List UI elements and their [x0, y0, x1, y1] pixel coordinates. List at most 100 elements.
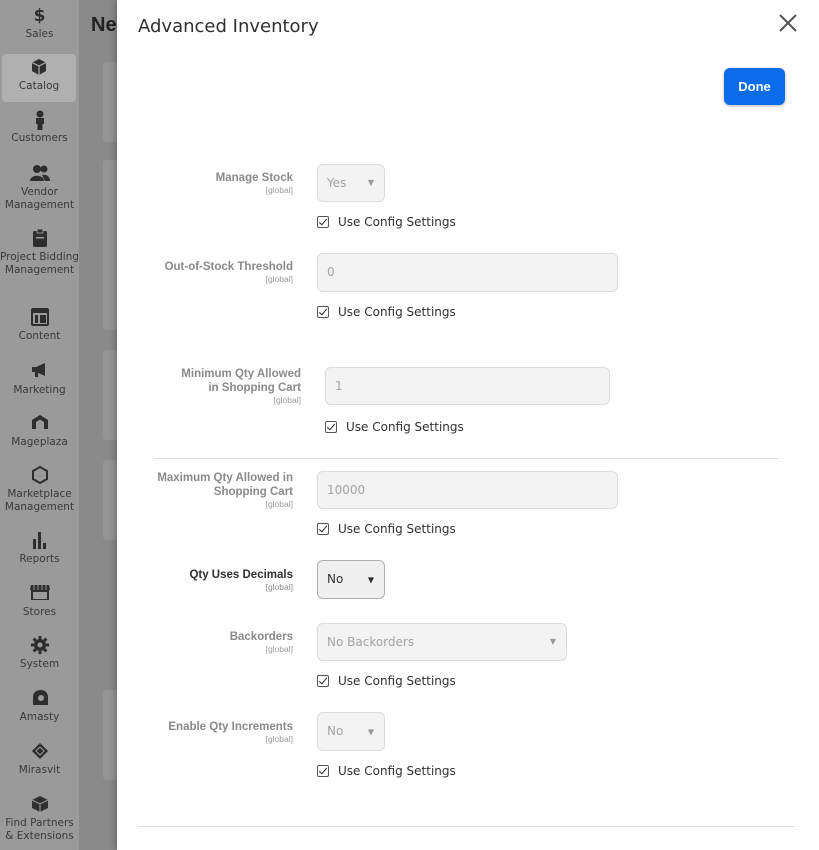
manage-stock-select[interactable]: Yes ▼ [317, 164, 385, 202]
nav-label: Stores [22, 606, 57, 618]
nav-label: Marketplace Management [4, 488, 75, 513]
select-value: No [327, 572, 344, 586]
field-label-text: Shopping Cart [213, 486, 293, 498]
amasty-icon [0, 689, 79, 709]
backorders-label: Backorders [global] [117, 630, 293, 655]
done-button[interactable]: Done [724, 68, 785, 105]
partners-icon [0, 795, 79, 815]
nav-project-bidding[interactable]: Project Bidding Management [0, 229, 79, 277]
nav-mirasvit[interactable]: Mirasvit [0, 742, 79, 777]
checkbox-label: Use Config Settings [338, 522, 456, 536]
field-label-text: Minimum Qty Allowed [181, 368, 301, 380]
qty-uses-decimals-select[interactable]: No ▼ [317, 560, 385, 599]
scope-label: [global] [265, 644, 293, 654]
nav-vendor-management[interactable]: Vendor Management [0, 164, 79, 212]
field-label-text: Qty Uses Decimals [189, 569, 293, 581]
checkbox[interactable] [317, 675, 329, 687]
out-of-stock-threshold-label: Out-of-Stock Threshold [global] [117, 260, 293, 285]
mageplaza-icon [0, 414, 79, 434]
field-label-text: in Shopping Cart [208, 382, 301, 394]
manage-stock-label: Manage Stock [global] [117, 171, 293, 196]
checkbox-label: Use Config Settings [338, 305, 456, 319]
store-icon [0, 584, 79, 604]
nav-label: Vendor Management [4, 186, 75, 211]
layout-icon [0, 308, 79, 328]
checkbox-label: Use Config Settings [346, 420, 464, 434]
mirasvit-icon [0, 742, 79, 762]
nav-label: Amasty [19, 711, 60, 723]
chevron-down-icon: ▼ [367, 178, 374, 187]
nav-label: Sales [25, 28, 54, 40]
close-icon [779, 14, 797, 32]
nav-catalog[interactable]: Catalog [2, 54, 76, 102]
checkbox[interactable] [317, 523, 329, 535]
checkbox[interactable] [325, 421, 337, 433]
nav-label: Marketing [13, 384, 66, 396]
field-label-text: Backorders [229, 631, 293, 643]
nav-label: Catalog [18, 80, 60, 92]
max-qty-use-config[interactable]: Use Config Settings [317, 522, 456, 536]
background-page-title: Ne [91, 14, 117, 36]
nav-label: Content [18, 330, 61, 342]
enable-qty-increments-use-config[interactable]: Use Config Settings [317, 764, 456, 778]
checkbox[interactable] [317, 765, 329, 777]
megaphone-icon [0, 362, 79, 382]
input-value: 0 [327, 265, 335, 279]
scope-label: [global] [265, 185, 293, 195]
admin-sidebar: $ Sales Catalog Customers Vendor Managem… [0, 0, 79, 850]
close-button[interactable] [777, 12, 799, 34]
nav-label: Customers [11, 132, 68, 144]
nav-content[interactable]: Content [0, 308, 79, 343]
nav-sales[interactable]: $ Sales [0, 6, 79, 41]
nav-label: Project Bidding Management [0, 251, 79, 276]
field-label-text: Out-of-Stock Threshold [164, 261, 293, 273]
select-value: Yes [327, 176, 347, 190]
bar-chart-icon [0, 531, 79, 551]
checkbox[interactable] [317, 216, 329, 228]
chevron-down-icon: ▼ [549, 637, 556, 646]
nav-find-partners[interactable]: Find Partners & Extensions [0, 795, 79, 843]
nav-customers[interactable]: Customers [0, 110, 79, 145]
box-icon [2, 58, 76, 78]
out-of-stock-threshold-use-config[interactable]: Use Config Settings [317, 305, 456, 319]
nav-marketing[interactable]: Marketing [0, 362, 79, 397]
hexagon-icon [0, 466, 79, 486]
nav-amasty[interactable]: Amasty [0, 689, 79, 724]
nav-reports[interactable]: Reports [0, 531, 79, 566]
select-value: No [327, 724, 344, 738]
field-label-text: Manage Stock [215, 172, 293, 184]
max-qty-label: Maximum Qty Allowed in Shopping Cart [gl… [117, 471, 293, 510]
scope-label: [global] [265, 582, 293, 592]
max-qty-input[interactable]: 10000 [317, 471, 618, 509]
field-label-text: Maximum Qty Allowed in [157, 472, 293, 484]
scope-label: [global] [273, 395, 301, 405]
nav-marketplace-management[interactable]: Marketplace Management [0, 466, 79, 514]
clipboard-icon [0, 229, 79, 249]
scope-label: [global] [265, 274, 293, 284]
manage-stock-use-config[interactable]: Use Config Settings [317, 215, 456, 229]
nav-stores[interactable]: Stores [0, 584, 79, 619]
section-divider [155, 458, 779, 459]
nav-mageplaza[interactable]: Mageplaza [0, 414, 79, 449]
out-of-stock-threshold-input[interactable]: 0 [317, 253, 618, 292]
scope-label: [global] [265, 499, 293, 509]
checkbox-label: Use Config Settings [338, 674, 456, 688]
nav-label: Find Partners & Extensions [5, 817, 74, 842]
backorders-select[interactable]: No Backorders ▼ [317, 623, 567, 661]
min-qty-label: Minimum Qty Allowed in Shopping Cart [gl… [117, 367, 301, 406]
chevron-down-icon: ▼ [367, 575, 374, 584]
checkbox-label: Use Config Settings [338, 764, 456, 778]
min-qty-use-config[interactable]: Use Config Settings [325, 420, 464, 434]
nav-system[interactable]: System [0, 636, 79, 671]
person-icon [0, 110, 79, 130]
nav-label: System [19, 658, 60, 670]
chevron-down-icon: ▼ [367, 727, 374, 736]
min-qty-input[interactable]: 1 [325, 367, 610, 405]
advanced-inventory-modal: Advanced Inventory Done Manage Stock [gl… [117, 0, 819, 850]
gear-icon [0, 636, 79, 656]
nav-label: Mirasvit [18, 764, 61, 776]
enable-qty-increments-select[interactable]: No ▼ [317, 712, 385, 751]
nav-label: Reports [19, 553, 60, 565]
backorders-use-config[interactable]: Use Config Settings [317, 674, 456, 688]
checkbox[interactable] [317, 306, 329, 318]
